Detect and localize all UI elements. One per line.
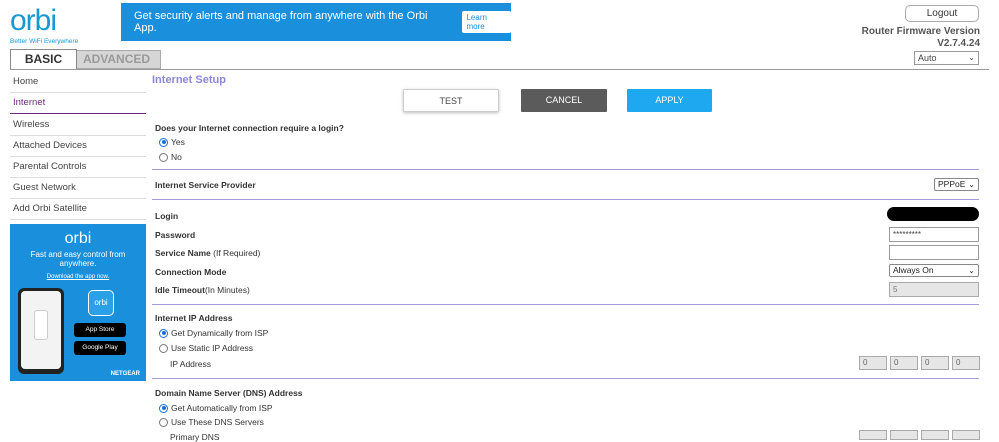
connection-mode-select[interactable]: Always On ⌄ — [889, 264, 979, 277]
firmware-version: V2.7.4.24 — [937, 38, 980, 49]
promo-text: Fast and easy control from anywhere. — [10, 250, 146, 268]
download-app-link[interactable]: Download the app now. — [10, 274, 146, 280]
service-name-input[interactable] — [889, 245, 979, 260]
router-image — [34, 310, 48, 340]
radio-no-label: No — [171, 152, 182, 162]
connection-mode-label: Connection Mode — [155, 267, 227, 277]
dns-manual-option[interactable]: Use These DNS Servers — [159, 417, 264, 427]
firmware-label: Router Firmware Version — [861, 26, 980, 37]
radio-yes-label: Yes — [171, 137, 185, 147]
login-question: Does your Internet connection require a … — [155, 123, 344, 133]
login-yes-option[interactable]: Yes — [159, 137, 185, 147]
language-value: Auto — [918, 53, 937, 63]
dns-auto-option[interactable]: Get Automatically from ISP — [159, 403, 273, 413]
radio-no[interactable] — [159, 152, 168, 162]
idle-timeout-input[interactable]: 5 — [889, 282, 979, 297]
dns-octet-1[interactable] — [859, 430, 887, 440]
test-button[interactable]: TEST — [403, 89, 499, 112]
login-no-option[interactable]: No — [159, 152, 182, 162]
tab-basic[interactable]: BASIC — [10, 49, 77, 69]
ip-static-label: Use Static IP Address — [171, 343, 254, 353]
promo-line-2: anywhere. — [59, 259, 97, 268]
idle-timeout-label: Idle Timeout(In Minutes) — [155, 285, 250, 295]
ip-static-option[interactable]: Use Static IP Address — [159, 343, 253, 353]
chevron-down-icon: ⌄ — [968, 266, 975, 275]
ip-address-label: IP Address — [170, 359, 211, 369]
orbi-app-promo[interactable]: orbi Fast and easy control from anywhere… — [10, 224, 146, 381]
dns-octet-4[interactable] — [952, 430, 980, 440]
banner-text: Get security alerts and manage from anyw… — [134, 10, 428, 34]
ip-octet-4[interactable]: 0 — [952, 356, 980, 370]
service-name-text: Service Name — [155, 248, 211, 258]
section-divider — [152, 304, 979, 305]
isp-label: Internet Service Provider — [155, 180, 256, 190]
ip-dynamic-option[interactable]: Get Dynamically from ISP — [159, 328, 268, 338]
section-divider — [152, 199, 979, 200]
radio-ip-static[interactable] — [159, 343, 168, 353]
tab-advanced[interactable]: ADVANCED — [72, 50, 161, 69]
connection-mode-value: Always On — [893, 265, 934, 275]
login-label: Login — [155, 211, 179, 221]
isp-value: PPPoE — [938, 179, 966, 189]
sidebar-item-wireless[interactable]: Wireless — [10, 115, 146, 136]
dns-manual-label: Use These DNS Servers — [171, 417, 264, 427]
close-icon[interactable]: ✕ — [488, 11, 501, 31]
orbi-logo: orbi — [10, 4, 57, 37]
sidebar-item-attached-devices[interactable]: Attached Devices — [10, 136, 146, 157]
ip-octet-3[interactable]: 0 — [921, 356, 949, 370]
logout-button[interactable]: Logout — [905, 5, 979, 22]
service-name-label: Service Name (If Required) — [155, 248, 260, 258]
app-store-badge[interactable]: App Store — [74, 323, 126, 337]
service-name-hint: (If Required) — [213, 248, 261, 258]
sidebar-item-internet[interactable]: Internet — [10, 93, 146, 114]
orbi-app-icon: orbi — [88, 290, 114, 316]
page-title: Internet Setup — [152, 74, 226, 86]
ip-section-label: Internet IP Address — [155, 313, 233, 323]
radio-yes[interactable] — [159, 137, 168, 147]
ip-octet-2[interactable]: 0 — [890, 356, 918, 370]
tab-divider — [10, 69, 989, 70]
ip-dynamic-label: Get Dynamically from ISP — [171, 328, 269, 338]
google-play-badge[interactable]: Google Play — [74, 341, 126, 355]
chevron-down-icon: ⌄ — [968, 53, 975, 62]
dns-auto-label: Get Automatically from ISP — [171, 403, 273, 413]
promo-line-1: Fast and easy control from — [30, 250, 126, 259]
password-label: Password — [155, 230, 196, 240]
apply-button[interactable]: APPLY — [627, 89, 712, 112]
section-divider — [152, 378, 979, 379]
dns-octet-2[interactable] — [890, 430, 918, 440]
login-input-redacted[interactable] — [887, 207, 979, 221]
isp-select[interactable]: PPPoE ⌄ — [934, 178, 979, 191]
language-select[interactable]: Auto ⌄ — [914, 51, 979, 65]
dns-octet-3[interactable] — [921, 430, 949, 440]
primary-dns-label: Primary DNS — [170, 432, 220, 442]
radio-ip-dynamic[interactable] — [159, 328, 168, 338]
cancel-button[interactable]: CANCEL — [521, 89, 607, 112]
sidebar-item-add-orbi-satellite[interactable]: Add Orbi Satellite — [10, 199, 146, 220]
app-promo-banner: Get security alerts and manage from anyw… — [121, 3, 511, 41]
idle-timeout-text: Idle Timeout — [155, 285, 205, 295]
promo-logo: orbi — [64, 230, 92, 247]
sidebar-item-guest-network[interactable]: Guest Network — [10, 178, 146, 199]
sidebar-item-parental-controls[interactable]: Parental Controls — [10, 157, 146, 178]
netgear-brand: NETGEAR — [110, 371, 140, 377]
radio-dns-manual[interactable] — [159, 417, 168, 427]
sidebar-item-home[interactable]: Home — [10, 72, 146, 93]
dns-section-label: Domain Name Server (DNS) Address — [155, 388, 303, 398]
radio-dns-auto[interactable] — [159, 403, 168, 413]
ip-octet-1[interactable]: 0 — [859, 356, 887, 370]
idle-timeout-hint: (In Minutes) — [204, 285, 250, 295]
section-divider — [152, 169, 979, 170]
chevron-down-icon: ⌄ — [968, 180, 975, 189]
logo-tagline: Better WiFi Everywhere — [10, 38, 79, 45]
password-input[interactable]: ********* — [889, 227, 979, 242]
